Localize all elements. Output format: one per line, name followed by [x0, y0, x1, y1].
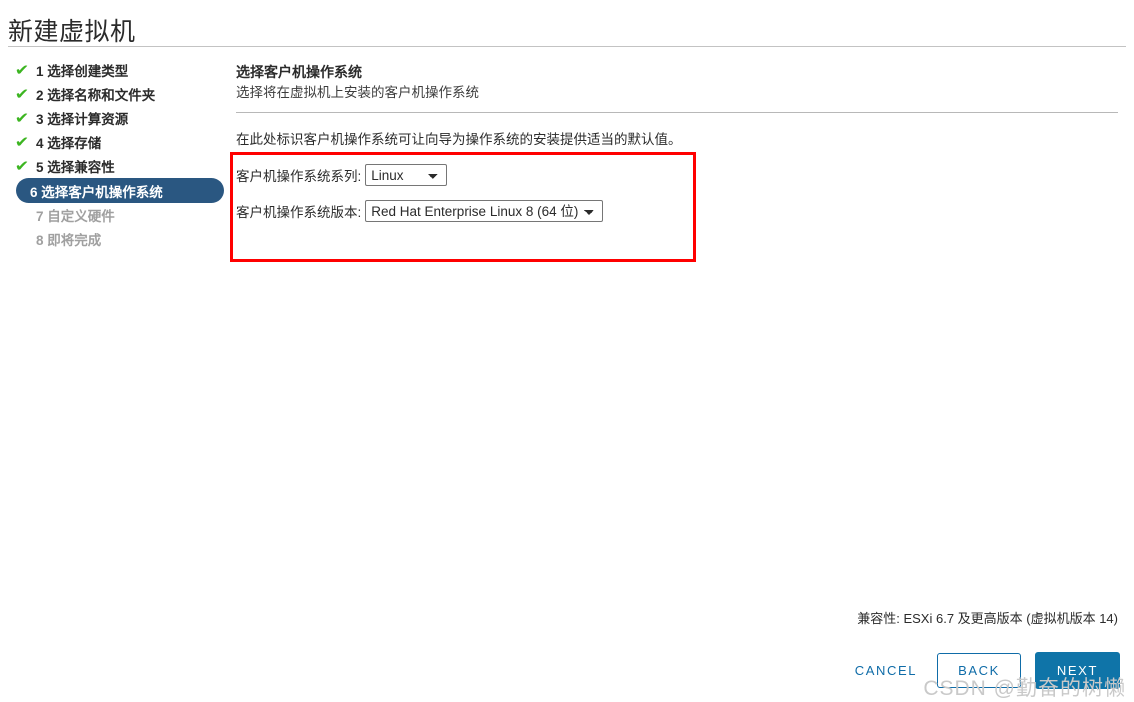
step-label: 5 选择兼容性 — [36, 160, 115, 175]
next-button[interactable]: NEXT — [1034, 652, 1120, 689]
content-heading: 选择客户机操作系统 — [236, 64, 362, 80]
checkmark-icon: ✔ — [14, 85, 30, 103]
step-label: 8 即将完成 — [36, 233, 102, 248]
content-subheading: 选择将在虚拟机上安装的客户机操作系统 — [236, 85, 479, 100]
sidebar-item-customize-hardware[interactable]: 7 自定义硬件 — [0, 203, 228, 227]
sidebar-item-select-storage[interactable]: ✔ 4 选择存储 — [0, 130, 228, 154]
guest-os-family-label: 客户机操作系统系列: — [236, 169, 362, 184]
back-button[interactable]: BACK — [937, 653, 1021, 688]
sidebar-item-select-creation-type[interactable]: ✔ 1 选择创建类型 — [0, 58, 228, 82]
guest-os-form: 客户机操作系统系列: Linux 客户机操作系统版本: Red Hat Ente… — [236, 160, 696, 232]
content-divider — [236, 112, 1118, 113]
content-panel: 选择客户机操作系统 选择将在虚拟机上安装的客户机操作系统 在此处标识客户机操作系… — [236, 62, 1118, 150]
page-title: 新建虚拟机 — [8, 18, 136, 46]
sidebar-item-select-name-folder[interactable]: ✔ 2 选择名称和文件夹 — [0, 82, 228, 106]
wizard-page: 新建虚拟机 ✔ 1 选择创建类型 ✔ 2 选择名称和文件夹 ✔ 3 选择计算资源… — [0, 0, 1134, 702]
guest-os-family-row: 客户机操作系统系列: Linux — [236, 160, 696, 190]
step-label: 3 选择计算资源 — [36, 112, 129, 127]
guest-os-version-row: 客户机操作系统版本: Red Hat Enterprise Linux 8 (6… — [236, 196, 696, 226]
wizard-step-list: ✔ 1 选择创建类型 ✔ 2 选择名称和文件夹 ✔ 3 选择计算资源 ✔ 4 选… — [0, 58, 228, 251]
sidebar-item-select-guest-os[interactable]: 6 选择客户机操作系统 — [16, 178, 224, 203]
cancel-button[interactable]: CANCEL — [849, 655, 923, 686]
sidebar-item-select-compatibility[interactable]: ✔ 5 选择兼容性 — [0, 154, 228, 178]
sidebar-item-select-compute-resource[interactable]: ✔ 3 选择计算资源 — [0, 106, 228, 130]
step-label: 6 选择客户机操作系统 — [30, 184, 163, 200]
step-label: 4 选择存储 — [36, 136, 102, 151]
checkmark-icon: ✔ — [14, 157, 30, 175]
guest-os-version-select[interactable]: Red Hat Enterprise Linux 8 (64 位) — [365, 200, 604, 222]
step-label: 1 选择创建类型 — [36, 64, 129, 79]
content-description: 在此处标识客户机操作系统可让向导为操作系统的安装提供适当的默认值。 — [236, 132, 682, 147]
compatibility-note: 兼容性: ESXi 6.7 及更高版本 (虚拟机版本 14) — [857, 611, 1118, 626]
checkmark-icon: ✔ — [14, 61, 30, 79]
checkmark-icon: ✔ — [14, 109, 30, 127]
step-label: 2 选择名称和文件夹 — [36, 88, 156, 103]
guest-os-family-select[interactable]: Linux — [365, 164, 448, 186]
title-divider — [8, 46, 1126, 47]
step-label: 7 自定义硬件 — [36, 209, 115, 224]
guest-os-version-label: 客户机操作系统版本: — [236, 205, 362, 220]
footer-actions: CANCEL BACK NEXT — [849, 652, 1120, 689]
sidebar-item-ready-to-complete[interactable]: 8 即将完成 — [0, 227, 228, 251]
checkmark-icon: ✔ — [14, 133, 30, 151]
